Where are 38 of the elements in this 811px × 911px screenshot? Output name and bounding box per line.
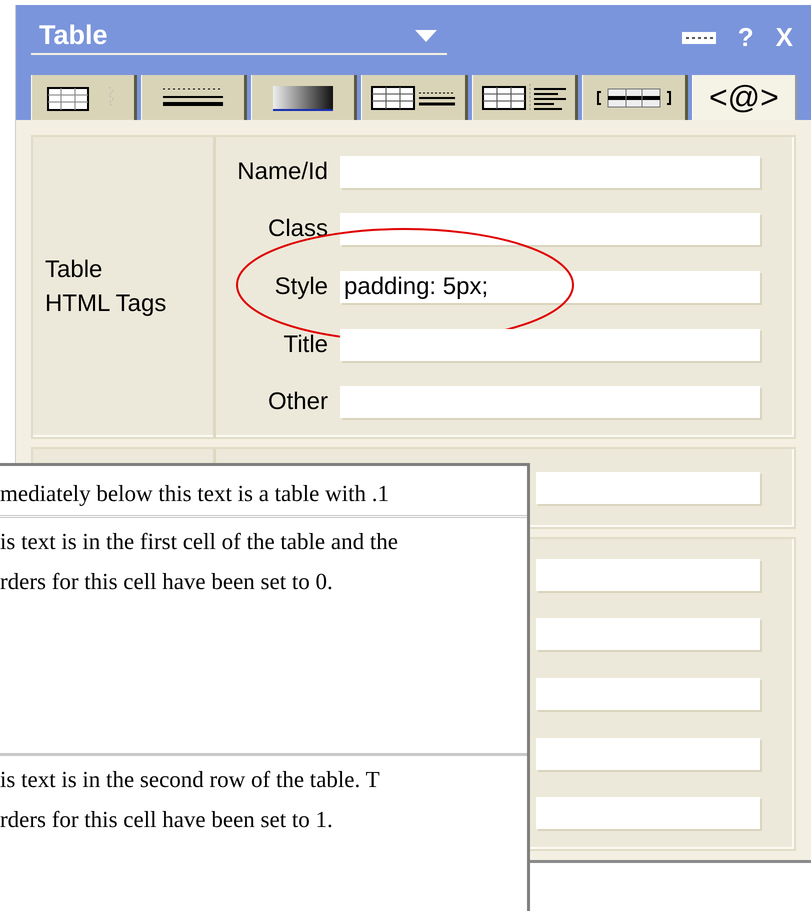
help-button[interactable]: ?	[738, 22, 754, 53]
tab[interactable]	[361, 75, 468, 120]
input-field[interactable]	[536, 618, 760, 650]
input-field[interactable]	[536, 472, 760, 504]
field-label: Name/Id	[237, 158, 328, 185]
gradient-icon	[273, 84, 334, 110]
document-text: rders for this cell have been set to 0.	[0, 568, 334, 596]
input-field[interactable]	[536, 558, 760, 591]
table-align-icon	[482, 84, 566, 112]
input-field[interactable]	[340, 386, 760, 418]
tab[interactable]	[141, 75, 248, 120]
field-label: Class	[268, 215, 328, 242]
tab[interactable]	[472, 75, 578, 120]
input-field[interactable]	[340, 328, 760, 361]
input-field[interactable]	[536, 678, 760, 710]
document-text: is text is in the first cell of the table and the	[0, 528, 399, 556]
document-text: rders for this cell have been set to 1.	[0, 806, 334, 834]
input-field[interactable]: padding: 5px;	[340, 270, 760, 303]
input-field[interactable]	[340, 213, 760, 246]
input-field[interactable]	[536, 797, 760, 830]
options-icon[interactable]	[682, 32, 716, 44]
field-label: Title	[284, 330, 328, 358]
close-button[interactable]: X	[776, 22, 793, 53]
field-label: Style	[274, 272, 328, 300]
section-label: Table HTML Tags	[45, 255, 166, 319]
tab[interactable]	[31, 75, 138, 120]
document-text: is text is in the second row of the table. T	[0, 766, 381, 794]
tab[interactable]	[582, 75, 688, 120]
field-label: Other	[268, 388, 328, 416]
tab[interactable]	[251, 75, 358, 120]
panel-title-dropdown[interactable]: Table	[31, 20, 447, 55]
tab[interactable]: <@>	[692, 75, 797, 120]
input-field[interactable]	[340, 156, 760, 188]
input-field[interactable]	[536, 738, 760, 770]
border-lines-icon	[163, 86, 224, 108]
table-border-icon	[371, 84, 456, 110]
document-text: mediately below this text is a table with .1	[0, 480, 390, 508]
dropdown-arrow-icon	[415, 30, 437, 42]
